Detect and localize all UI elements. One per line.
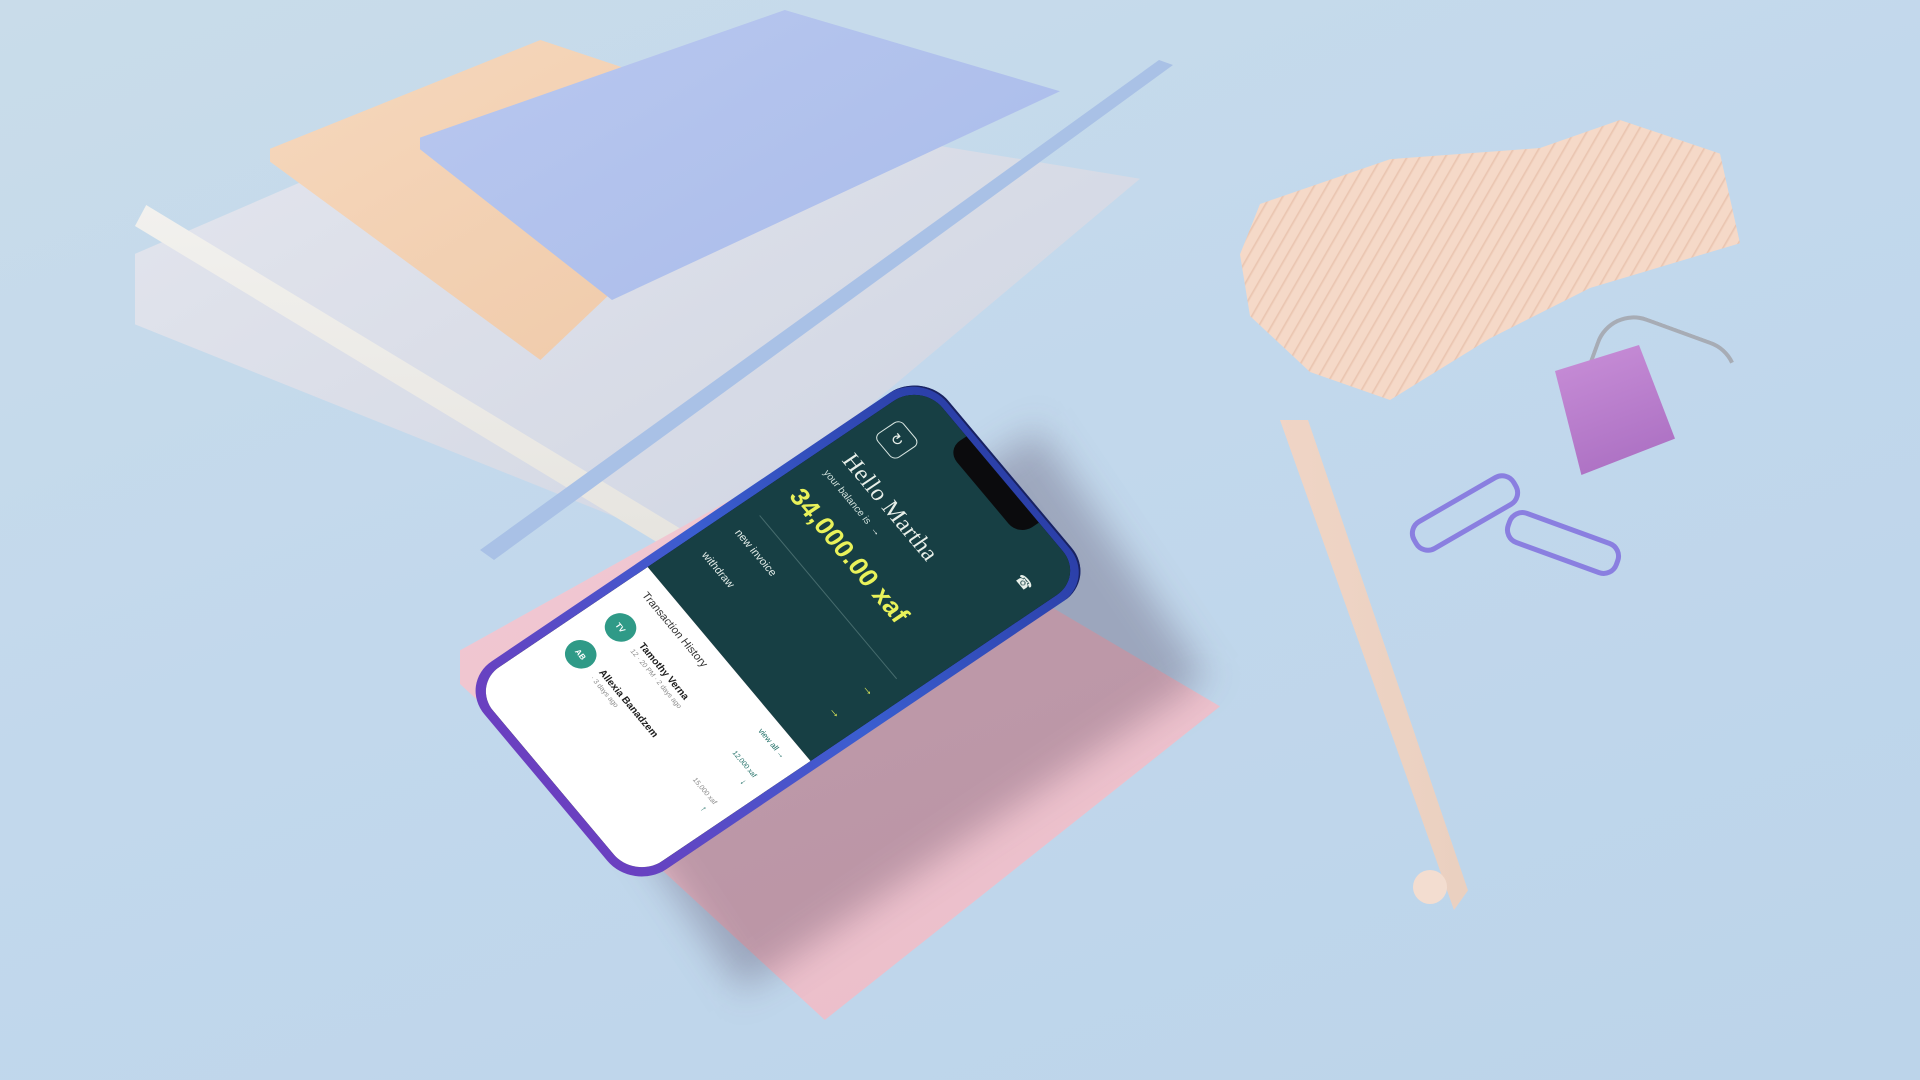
arrow-right-icon: → <box>859 679 881 699</box>
refresh-button[interactable]: ↻ <box>873 418 921 462</box>
desk-scene: ↻ ☎ Hello Martha your balance is→ 34,000… <box>0 0 1920 1080</box>
arrow-right-icon: → <box>867 524 884 539</box>
arrow-right-icon: → <box>774 748 788 761</box>
refresh-icon: ↻ <box>885 430 908 450</box>
notification-button[interactable]: ☎ <box>1011 571 1037 594</box>
avatar: TV <box>598 607 643 648</box>
view-all-link[interactable]: view all → <box>756 727 787 760</box>
pen <box>1280 420 1468 910</box>
pen-tip <box>1413 870 1447 904</box>
avatar: AB <box>558 634 603 675</box>
bell-icon: ☎ <box>1011 571 1037 594</box>
arrow-right-icon: → <box>826 702 847 721</box>
paperclip <box>1404 467 1526 559</box>
paperclip <box>1500 505 1626 581</box>
view-all-label: view all <box>756 726 781 753</box>
withdraw-label: withdraw <box>698 549 737 591</box>
